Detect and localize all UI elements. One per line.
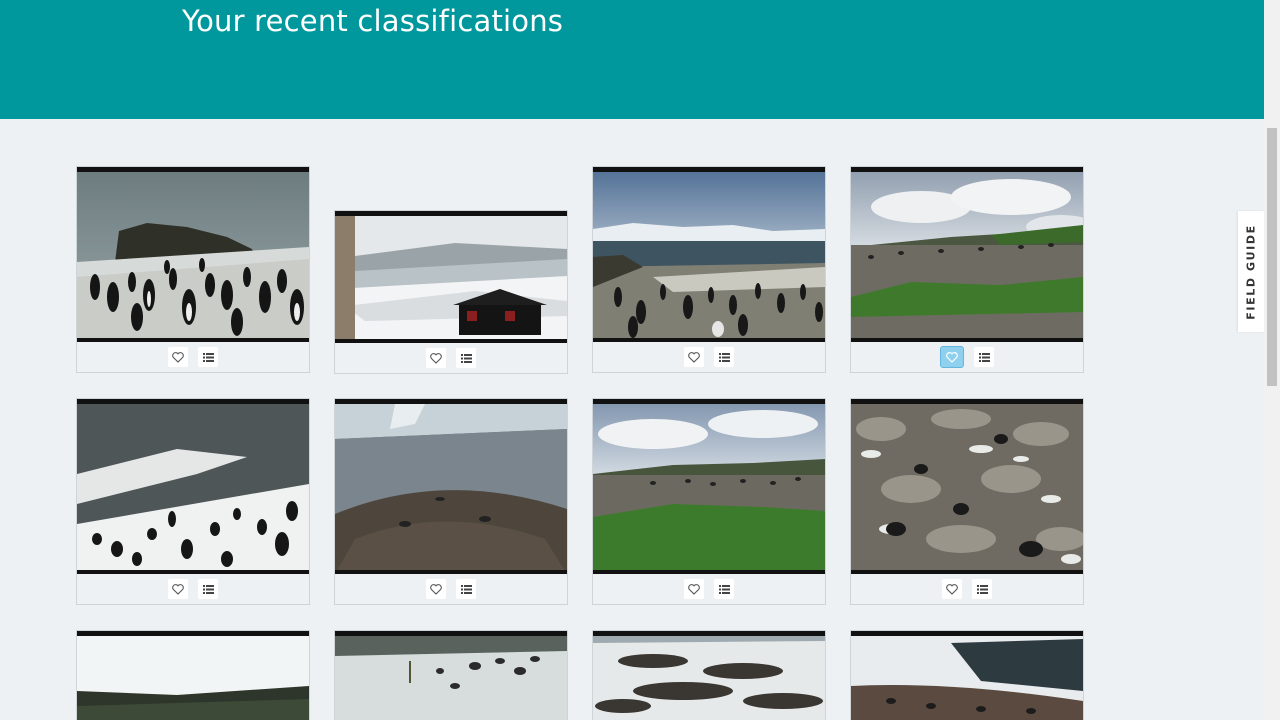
classification-card	[592, 166, 826, 373]
camera-info-bar	[77, 399, 309, 404]
snow-field-image	[335, 631, 567, 720]
camera-info-bar	[593, 631, 825, 636]
classification-card	[850, 166, 1084, 373]
add-to-collection-button[interactable]	[714, 347, 734, 367]
classification-card	[592, 398, 826, 605]
list-icon	[976, 584, 988, 594]
camera-info-bar	[77, 167, 309, 172]
snow-penguins-image	[77, 399, 309, 574]
grass-field-image	[851, 167, 1083, 342]
heart-icon	[946, 351, 958, 363]
card-actions	[851, 574, 1083, 604]
classification-card	[334, 210, 568, 374]
camera-info-bar	[335, 399, 567, 404]
field-guide-tab[interactable]: FIELD GUIDE	[1238, 211, 1264, 332]
favorite-button[interactable]	[426, 579, 446, 599]
subject-thumbnail[interactable]	[77, 399, 309, 574]
card-actions	[335, 574, 567, 604]
add-to-collection-button[interactable]	[456, 579, 476, 599]
card-actions	[851, 342, 1083, 372]
colony-sea-image	[593, 167, 825, 342]
classification-card	[850, 630, 1084, 720]
page-scrollbar[interactable]	[1264, 0, 1280, 720]
list-icon	[460, 584, 472, 594]
subject-thumbnail[interactable]	[77, 631, 309, 720]
classification-card	[334, 630, 568, 720]
card-actions	[593, 574, 825, 604]
hut-snow-image	[335, 211, 567, 343]
add-to-collection-button[interactable]	[974, 347, 994, 367]
add-to-collection-button[interactable]	[198, 347, 218, 367]
subject-thumbnail[interactable]	[335, 399, 567, 574]
subject-thumbnail[interactable]	[851, 167, 1083, 342]
grass-field-image	[593, 399, 825, 574]
subject-thumbnail[interactable]	[77, 167, 309, 342]
classification-card	[850, 398, 1084, 605]
heart-icon	[946, 583, 958, 595]
list-icon	[202, 352, 214, 362]
classification-card	[76, 398, 310, 605]
heart-icon	[430, 352, 442, 364]
add-to-collection-button[interactable]	[972, 579, 992, 599]
field-guide-label: FIELD GUIDE	[1244, 223, 1258, 320]
favorite-button[interactable]	[684, 579, 704, 599]
list-icon	[978, 352, 990, 362]
camera-info-bar	[851, 167, 1083, 172]
rock-dome-image	[335, 399, 567, 574]
subject-thumbnail[interactable]	[851, 399, 1083, 574]
heart-icon	[172, 583, 184, 595]
card-actions	[77, 342, 309, 372]
camera-info-bar	[851, 399, 1083, 404]
subject-thumbnail[interactable]	[851, 631, 1083, 720]
camera-info-bar	[851, 631, 1083, 636]
add-to-collection-button[interactable]	[198, 579, 218, 599]
card-actions	[593, 342, 825, 372]
camera-info-bar	[593, 399, 825, 404]
list-icon	[718, 584, 730, 594]
card-actions	[77, 574, 309, 604]
heart-icon	[172, 351, 184, 363]
add-to-collection-button[interactable]	[456, 348, 476, 368]
subject-thumbnail[interactable]	[593, 399, 825, 574]
classification-grid	[0, 0, 1264, 720]
heart-icon	[430, 583, 442, 595]
subject-thumbnail[interactable]	[593, 167, 825, 342]
favorite-button[interactable]	[684, 347, 704, 367]
subject-thumbnail[interactable]	[593, 631, 825, 720]
camera-info-bar	[593, 167, 825, 172]
scrollbar-thumb[interactable]	[1267, 128, 1277, 386]
classification-card	[76, 166, 310, 373]
classification-card	[592, 630, 826, 720]
favorite-button[interactable]	[168, 579, 188, 599]
list-icon	[718, 352, 730, 362]
classification-card	[76, 630, 310, 720]
classification-card	[334, 398, 568, 605]
snow-colony-image	[593, 631, 825, 720]
camera-info-bar	[335, 631, 567, 636]
snow-water-image	[851, 631, 1083, 720]
camera-info-bar	[335, 211, 567, 216]
subject-thumbnail[interactable]	[335, 631, 567, 720]
subject-thumbnail[interactable]	[335, 211, 567, 343]
heart-icon	[688, 583, 700, 595]
rocky-nests-image	[851, 399, 1083, 574]
favorite-button[interactable]	[942, 579, 962, 599]
favorite-button[interactable]	[426, 348, 446, 368]
card-actions	[335, 343, 567, 373]
bright-sky-image	[77, 631, 309, 720]
camera-info-bar	[77, 631, 309, 636]
add-to-collection-button[interactable]	[714, 579, 734, 599]
heart-icon	[688, 351, 700, 363]
list-icon	[202, 584, 214, 594]
favorite-button[interactable]	[168, 347, 188, 367]
list-icon	[460, 353, 472, 363]
penguin-colony-image	[77, 167, 309, 342]
favorite-button-active[interactable]	[940, 346, 964, 368]
